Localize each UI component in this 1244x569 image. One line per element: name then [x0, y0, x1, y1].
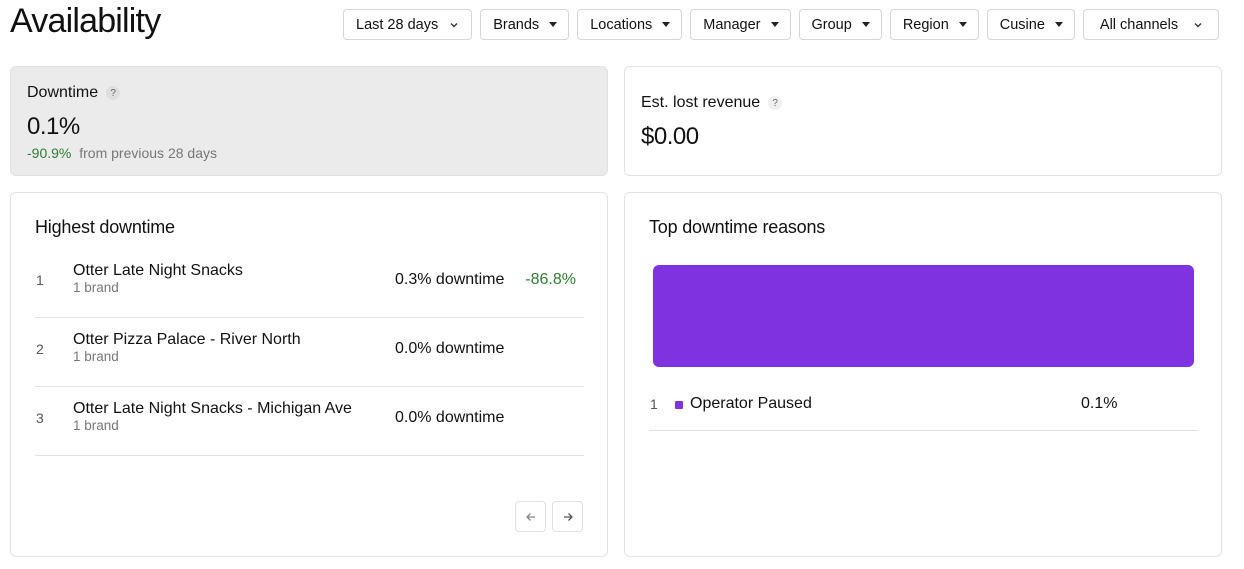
downtime-delta-value: -90.9%	[27, 145, 72, 161]
help-icon[interactable]: ?	[768, 96, 783, 110]
downtime-delta: -90.9% from previous 28 days	[27, 145, 217, 161]
arrow-right-icon	[563, 512, 573, 521]
manager-filter[interactable]: Manager	[690, 9, 791, 40]
arrow-left-icon	[525, 512, 535, 521]
next-page-button[interactable]	[552, 501, 583, 532]
manager-label: Manager	[703, 16, 761, 33]
caret-down-icon	[861, 22, 870, 27]
rank-number: 1	[650, 396, 658, 412]
lost-revenue-card[interactable]: Est. lost revenue ? $0.00	[624, 66, 1222, 176]
caret-down-icon	[958, 22, 967, 27]
top-downtime-reasons-card: Top downtime reasons 1 Operator Paused 0…	[624, 192, 1222, 557]
cuisine-label: Cusine	[999, 16, 1045, 33]
brands-label: Brands	[493, 16, 540, 33]
cuisine-filter[interactable]: Cusine	[986, 9, 1075, 40]
brands-filter[interactable]: Brands	[480, 9, 570, 40]
location-name: Otter Pizza Palace - River North	[73, 331, 301, 348]
location-name: Otter Late Night Snacks	[73, 262, 243, 279]
previous-page-button[interactable]	[515, 501, 546, 532]
downtime-delta-suffix: from previous 28 days	[79, 145, 217, 161]
downtime-percent: 0.0% downtime	[395, 409, 505, 426]
downtime-value: 0.1%	[27, 113, 80, 140]
rank-number: 2	[36, 341, 44, 357]
caret-down-icon	[662, 22, 671, 27]
downtime-label: Downtime	[27, 84, 99, 101]
revenue-value: $0.00	[641, 123, 699, 150]
locations-filter[interactable]: Locations	[577, 9, 683, 40]
downtime-percent: 0.0% downtime	[395, 340, 505, 357]
list-item[interactable]: 1 Operator Paused 0.1%	[649, 381, 1198, 431]
brand-count: 1 brand	[73, 280, 119, 295]
date-range-label: Last 28 days	[356, 16, 439, 33]
group-filter[interactable]: Group	[798, 9, 882, 40]
date-range-filter[interactable]: Last 28 days	[343, 9, 473, 40]
reason-share-bar[interactable]	[653, 265, 1194, 367]
reason-percent: 0.1%	[1081, 395, 1118, 412]
chevron-down-icon	[1194, 22, 1202, 27]
filter-bar: Last 28 days Brands Locations Manager Gr…	[343, 9, 1220, 40]
brand-count: 1 brand	[73, 418, 119, 433]
list-item[interactable]: 1 Otter Late Night Snacks 1 brand 0.3% d…	[35, 249, 584, 318]
page-title: Availability	[10, 2, 161, 40]
caret-down-icon	[549, 22, 558, 27]
downtime-label-row: Downtime ?	[27, 84, 121, 102]
region-filter[interactable]: Region	[889, 9, 979, 40]
region-label: Region	[902, 16, 949, 33]
legend-swatch	[675, 401, 683, 409]
brand-count: 1 brand	[73, 349, 119, 364]
channels-filter[interactable]: All channels	[1082, 9, 1220, 40]
reason-name: Operator Paused	[690, 395, 812, 412]
chevron-down-icon	[450, 22, 458, 27]
locations-label: Locations	[590, 16, 653, 33]
highest-downtime-list: 1 Otter Late Night Snacks 1 brand 0.3% d…	[35, 249, 584, 456]
highest-downtime-title: Highest downtime	[35, 217, 175, 237]
location-name: Otter Late Night Snacks - Michigan Ave	[73, 400, 352, 417]
downtime-card[interactable]: Downtime ? 0.1% -90.9% from previous 28 …	[10, 66, 608, 176]
downtime-change: -86.8%	[525, 271, 576, 288]
caret-down-icon	[1054, 22, 1063, 27]
rank-number: 3	[36, 410, 44, 426]
list-item[interactable]: 3 Otter Late Night Snacks - Michigan Ave…	[35, 387, 584, 456]
revenue-label: Est. lost revenue	[641, 94, 761, 111]
help-icon[interactable]: ?	[106, 86, 121, 100]
highest-downtime-card: Highest downtime 1 Otter Late Night Snac…	[10, 192, 608, 557]
group-label: Group	[811, 16, 852, 33]
channels-label: All channels	[1099, 16, 1179, 33]
pagination	[515, 501, 583, 532]
list-item[interactable]: 2 Otter Pizza Palace - River North 1 bra…	[35, 318, 584, 387]
rank-number: 1	[36, 272, 44, 288]
caret-down-icon	[770, 22, 779, 27]
revenue-label-row: Est. lost revenue ?	[641, 94, 783, 112]
downtime-percent: 0.3% downtime	[395, 271, 505, 288]
top-reasons-title: Top downtime reasons	[649, 217, 826, 237]
